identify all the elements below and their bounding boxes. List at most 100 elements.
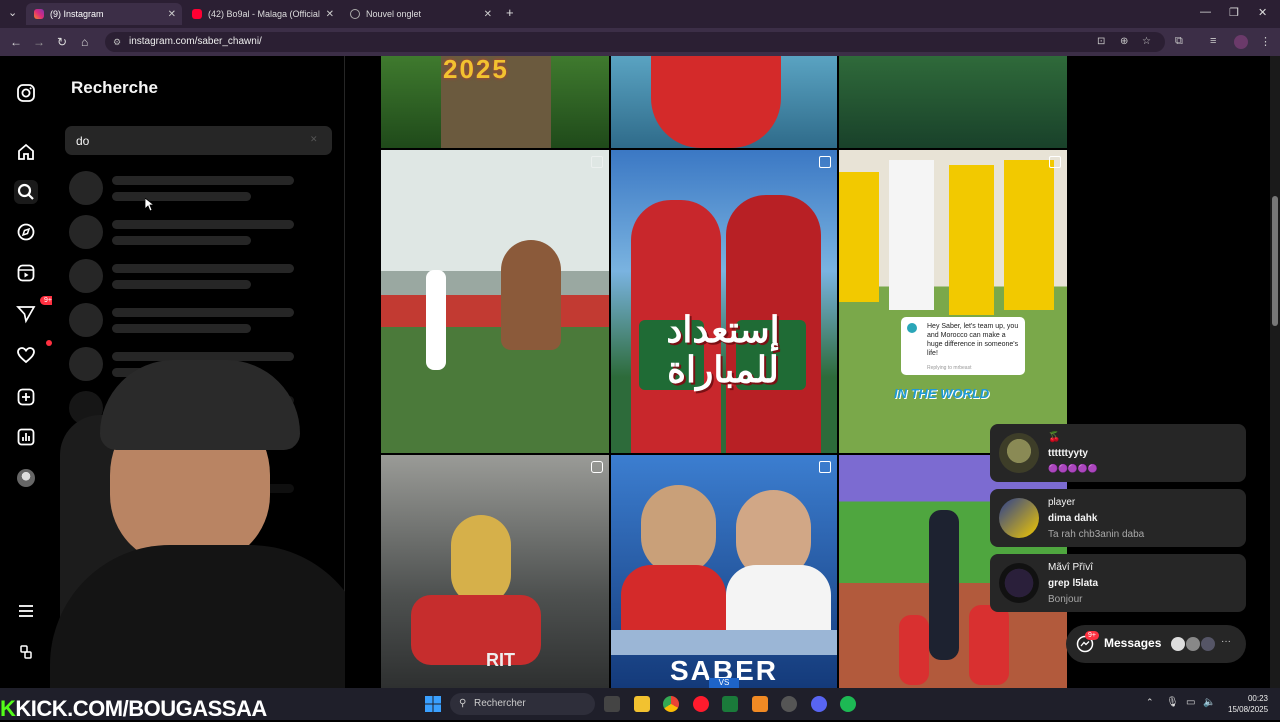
forward-icon[interactable]: → xyxy=(33,35,45,49)
post-text: RIT xyxy=(486,650,515,670)
bookmark-star-icon[interactable]: ☆ xyxy=(1142,32,1151,52)
instagram-logo-icon[interactable] xyxy=(14,81,38,105)
post-tile[interactable] xyxy=(381,150,609,453)
globe-icon xyxy=(350,9,360,19)
close-window-icon[interactable]: ✕ xyxy=(1258,6,1267,19)
dashboard-icon[interactable] xyxy=(14,425,38,449)
volume-icon[interactable]: 🔈 xyxy=(1203,697,1215,708)
restore-icon[interactable]: ❐ xyxy=(1229,6,1239,19)
meta-icon[interactable] xyxy=(14,640,38,664)
loading-result-placeholder xyxy=(69,303,299,337)
notification-sender: Mãvî Přïvî xyxy=(1048,562,1094,573)
task-view-icon[interactable] xyxy=(604,696,620,712)
message-notification[interactable]: Mãvî Přïvî grep l5lata Bonjour xyxy=(990,554,1246,612)
taskbar-clock[interactable]: 00:23 15/08/2025 xyxy=(1228,693,1268,715)
spotify-icon[interactable] xyxy=(840,696,856,712)
youtube-favicon-icon xyxy=(192,9,202,19)
back-icon[interactable]: ← xyxy=(10,35,22,49)
loading-result-placeholder xyxy=(69,215,299,249)
explore-icon[interactable] xyxy=(14,220,38,244)
kick-logo-letter: K xyxy=(0,696,16,721)
url-text: instagram.com/saber_chawni/ xyxy=(129,36,262,47)
tab-label: (9) Instagram xyxy=(50,9,104,19)
address-toolbar: ← → ↻ ⌂ ⚙ instagram.com/saber_chawni/ ⊡ … xyxy=(0,28,1280,56)
instagram-favicon-icon xyxy=(34,9,44,19)
new-tab-button[interactable]: + xyxy=(506,5,514,20)
notification-sender: player xyxy=(1048,497,1076,508)
mouse-cursor-icon xyxy=(145,198,155,212)
post-tile[interactable]: SABER VS xyxy=(611,455,837,688)
search-icon[interactable] xyxy=(14,180,38,204)
webcam-overlay xyxy=(40,355,370,688)
post-tile[interactable]: 2025 xyxy=(381,56,609,148)
menu-icon[interactable] xyxy=(14,599,38,623)
post-tile[interactable]: RIT xyxy=(381,455,609,688)
profile-avatar[interactable] xyxy=(14,466,38,490)
zoom-icon[interactable]: ⊕ xyxy=(1120,32,1128,52)
taskbar-search-label: Rechercher xyxy=(474,698,526,709)
close-icon[interactable]: ✕ xyxy=(168,9,176,20)
opera-icon[interactable] xyxy=(693,696,709,712)
kick-channel-text: KICK.COM/BOUGASSAA xyxy=(15,696,267,721)
tab-instagram[interactable]: (9) Instagram ✕ xyxy=(26,3,182,25)
kick-channel-overlay: KKICK.COM/BOUGASSAA xyxy=(0,696,267,721)
media-icon[interactable]: ≡ xyxy=(1210,35,1216,47)
close-icon[interactable]: ✕ xyxy=(326,9,334,20)
reels-icon[interactable] xyxy=(14,261,38,285)
message-notification[interactable]: player dima dahk Ta rah chb3anin daba xyxy=(990,489,1246,547)
avatar xyxy=(999,498,1039,538)
app-icon[interactable] xyxy=(722,696,738,712)
app-icon[interactable] xyxy=(781,696,797,712)
home-browser-icon[interactable]: ⌂ xyxy=(81,35,88,49)
extensions-icon[interactable]: ⧉ xyxy=(1175,35,1183,48)
tab-youtube[interactable]: (42) Bo9al - Malaga (Official M... ✕ xyxy=(184,3,340,25)
avatar xyxy=(1186,637,1200,651)
create-icon[interactable] xyxy=(14,385,38,409)
post-text: 2025 xyxy=(443,56,509,84)
post-tile[interactable] xyxy=(839,56,1067,148)
mrbeast-reply-label: Replying to mrbeast xyxy=(927,365,972,371)
reload-icon[interactable]: ↻ xyxy=(57,35,67,49)
browser-menu-icon[interactable]: ⋮ xyxy=(1260,35,1271,48)
avatar xyxy=(999,433,1039,473)
loading-result-placeholder xyxy=(69,259,299,293)
windows-start-icon[interactable] xyxy=(425,696,441,712)
notification-title: grep l5lata xyxy=(1048,578,1099,589)
post-tile[interactable]: Hey Saber, let's team up, you and Morocc… xyxy=(839,150,1067,453)
messages-label: Messages xyxy=(1104,636,1162,650)
post-tile[interactable] xyxy=(611,56,837,148)
file-explorer-icon[interactable] xyxy=(634,696,650,712)
mrbeast-comment-card: Hey Saber, let's team up, you and Morocc… xyxy=(901,317,1025,375)
tray-chevron-icon[interactable]: ⌃ xyxy=(1146,697,1154,708)
search-icon: ⚲ xyxy=(459,698,467,709)
avatar xyxy=(999,563,1039,603)
post-tile[interactable]: إستعداد للمباراة xyxy=(611,150,837,453)
clock-date: 15/08/2025 xyxy=(1228,705,1269,714)
notification-preview: 🟣🟣🟣🟣🟣 xyxy=(1048,464,1098,473)
notification-preview: Ta rah chb3anin daba xyxy=(1048,529,1145,540)
url-bar[interactable]: ⚙ instagram.com/saber_chawni/ ⊡ ⊕ ☆ xyxy=(105,32,1165,52)
microphone-icon[interactable]: 🎙 xyxy=(1166,697,1179,708)
search-input[interactable] xyxy=(65,126,332,155)
messages-button[interactable]: 9+ Messages ··· xyxy=(1066,625,1246,663)
chrome-icon[interactable] xyxy=(663,696,679,712)
taskbar-search[interactable]: ⚲ Rechercher xyxy=(450,693,595,715)
install-app-icon[interactable]: ⊡ xyxy=(1097,32,1105,52)
close-icon[interactable]: ✕ xyxy=(484,9,492,20)
message-notification[interactable]: 🍒 ttttttyyty 🟣🟣🟣🟣🟣 xyxy=(990,424,1246,482)
notification-preview: Bonjour xyxy=(1048,594,1083,605)
app-icon[interactable] xyxy=(752,696,768,712)
profile-avatar-icon[interactable] xyxy=(1234,35,1248,49)
home-icon[interactable] xyxy=(14,140,38,164)
page-scrollbar[interactable] xyxy=(1270,56,1280,688)
notifications-icon[interactable] xyxy=(14,340,52,367)
tab-search-icon[interactable]: ⌄ xyxy=(8,6,17,19)
discord-icon[interactable] xyxy=(811,696,827,712)
site-info-icon[interactable]: ⚙ xyxy=(113,32,121,52)
network-icon[interactable]: ▭ xyxy=(1186,697,1195,708)
clear-search-icon[interactable]: ✕ xyxy=(310,134,318,145)
messages-icon[interactable]: 9+ xyxy=(14,296,56,326)
tab-new[interactable]: Nouvel onglet ✕ xyxy=(342,3,498,25)
avatar xyxy=(1171,637,1185,651)
minimize-icon[interactable]: — xyxy=(1200,6,1211,18)
